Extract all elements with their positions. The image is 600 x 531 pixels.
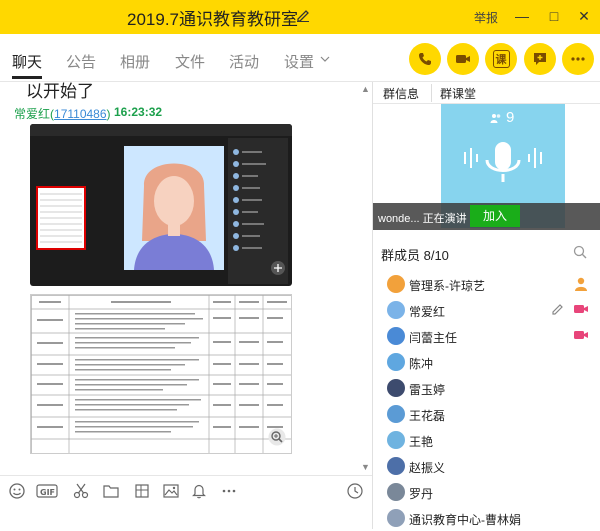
image-member-list — [228, 138, 288, 284]
bell-icon[interactable] — [190, 482, 208, 500]
member-row[interactable]: 闫蕾主任 — [373, 323, 600, 349]
join-button[interactable]: 加入 — [470, 205, 520, 227]
avatar[interactable] — [387, 483, 405, 501]
right-tab-divider — [431, 84, 432, 102]
right-panel-tabs: 群信息 群课堂 — [373, 82, 600, 104]
members-title: 群成员 8/10 — [381, 248, 449, 263]
message-sender: 常爱红(17110486) — [14, 107, 111, 121]
member-row[interactable]: 罗丹 — [373, 479, 600, 505]
scissors-icon[interactable] — [72, 482, 90, 500]
member-name: 通识教育中心-曹林娟 — [409, 513, 521, 527]
chat-pane[interactable]: 以开始了 常爱红(17110486) 16:23:32 ▲ ▼ — [0, 82, 372, 475]
image-document-thumb — [36, 186, 86, 250]
member-row[interactable]: 王花磊 — [373, 401, 600, 427]
phone-icon — [419, 53, 431, 65]
member-row[interactable]: 通识教育中心-曹林娟 — [373, 505, 600, 531]
tab-album[interactable]: 相册 — [120, 51, 150, 72]
member-row[interactable]: 常爱红 — [373, 297, 600, 323]
minimize-icon[interactable]: — — [512, 6, 532, 26]
edit-icon[interactable] — [551, 302, 565, 316]
live-status-text: wonde... 正在演讲 — [378, 213, 467, 225]
tab-files[interactable]: 文件 — [175, 51, 205, 72]
message-image-video-call[interactable] — [30, 124, 292, 286]
member-row[interactable]: 赵振义 — [373, 453, 600, 479]
owner-icon — [575, 277, 587, 291]
member-name: 常爱红 — [409, 305, 446, 319]
member-row[interactable]: 雷玉婷 — [373, 375, 600, 401]
member-name: 闫蕾主任 — [409, 331, 458, 345]
video-icon — [574, 331, 588, 339]
avatar[interactable] — [387, 327, 405, 345]
message-image-document[interactable] — [30, 294, 292, 454]
report-link[interactable]: 举报 — [474, 9, 498, 26]
scroll-down-icon[interactable]: ▼ — [361, 462, 370, 472]
more-button[interactable] — [562, 43, 594, 75]
history-icon[interactable] — [346, 482, 364, 500]
window-title: 2019.7通识教育教研室 — [127, 10, 298, 29]
emoji-icon[interactable] — [8, 482, 26, 500]
member-name: 陈冲 — [409, 357, 434, 371]
avatar[interactable] — [387, 275, 405, 293]
scroll-up-icon[interactable]: ▲ — [361, 84, 370, 94]
message-add-icon — [534, 53, 546, 65]
more-tools-icon[interactable] — [220, 482, 238, 500]
image-icon[interactable] — [162, 482, 180, 500]
zoom-in-icon[interactable] — [268, 428, 286, 446]
image-presenter-avatar — [124, 146, 224, 270]
chevron-down-icon[interactable] — [320, 54, 330, 64]
avatar[interactable] — [387, 379, 405, 397]
edit-title-icon[interactable] — [296, 8, 310, 22]
avatar[interactable] — [387, 431, 405, 449]
folder-icon[interactable] — [102, 482, 120, 500]
video-call-button[interactable] — [447, 43, 479, 75]
sender-name[interactable]: 常爱红 — [14, 107, 50, 121]
image-window-bar — [30, 124, 292, 136]
tab-settings[interactable]: 设置 — [284, 51, 314, 72]
document-table-graphic — [31, 295, 291, 453]
message-time: 16:23:32 — [114, 105, 163, 119]
tab-group-info[interactable]: 群信息 — [383, 85, 419, 102]
screenshot-icon[interactable] — [133, 482, 151, 500]
class-button[interactable]: 课 — [485, 43, 517, 75]
tab-notice[interactable]: 公告 — [66, 51, 96, 72]
tab-bar: 聊天 公告 相册 文件 活动 设置 课 — [0, 34, 600, 82]
search-icon[interactable] — [573, 245, 587, 259]
viewer-count: 9 — [506, 109, 515, 126]
avatar[interactable] — [387, 457, 405, 475]
close-icon[interactable]: ✕ — [574, 6, 594, 26]
sender-id[interactable]: 17110486 — [54, 107, 107, 121]
previous-message-text: 以开始了 — [26, 82, 94, 101]
gif-icon[interactable]: GIF — [36, 482, 60, 500]
avatar[interactable] — [387, 353, 405, 371]
class-icon: 课 — [492, 50, 510, 68]
member-name: 王花磊 — [409, 409, 446, 423]
member-name: 管理系-许琼艺 — [409, 279, 485, 293]
input-toolbar: GIF — [0, 475, 372, 505]
member-name: 雷玉婷 — [409, 383, 446, 397]
tab-activity[interactable]: 活动 — [229, 51, 259, 72]
svg-text:GIF: GIF — [40, 488, 55, 497]
video-icon — [574, 305, 588, 313]
member-name: 王艳 — [409, 435, 434, 449]
member-name: 赵振义 — [409, 461, 446, 475]
tab-chat[interactable]: 聊天 — [12, 51, 42, 72]
avatar[interactable] — [387, 405, 405, 423]
more-icon — [571, 57, 585, 61]
member-row[interactable]: 王艳 — [373, 427, 600, 453]
member-row[interactable]: 陈冲 — [373, 349, 600, 375]
avatar[interactable] — [387, 301, 405, 319]
avatar[interactable] — [387, 509, 405, 527]
maximize-icon[interactable]: □ — [544, 6, 564, 26]
title-bar: 2019.7通识教育教研室 举报 — □ ✕ — [0, 0, 600, 34]
viewers-icon — [490, 114, 501, 123]
voice-call-button[interactable] — [409, 43, 441, 75]
member-row[interactable]: 管理系-许琼艺 — [373, 271, 600, 297]
video-icon — [456, 55, 470, 63]
member-name: 罗丹 — [409, 487, 434, 501]
new-message-button[interactable] — [524, 43, 556, 75]
active-tab-indicator — [12, 76, 42, 79]
tab-group-class[interactable]: 群课堂 — [440, 85, 476, 102]
